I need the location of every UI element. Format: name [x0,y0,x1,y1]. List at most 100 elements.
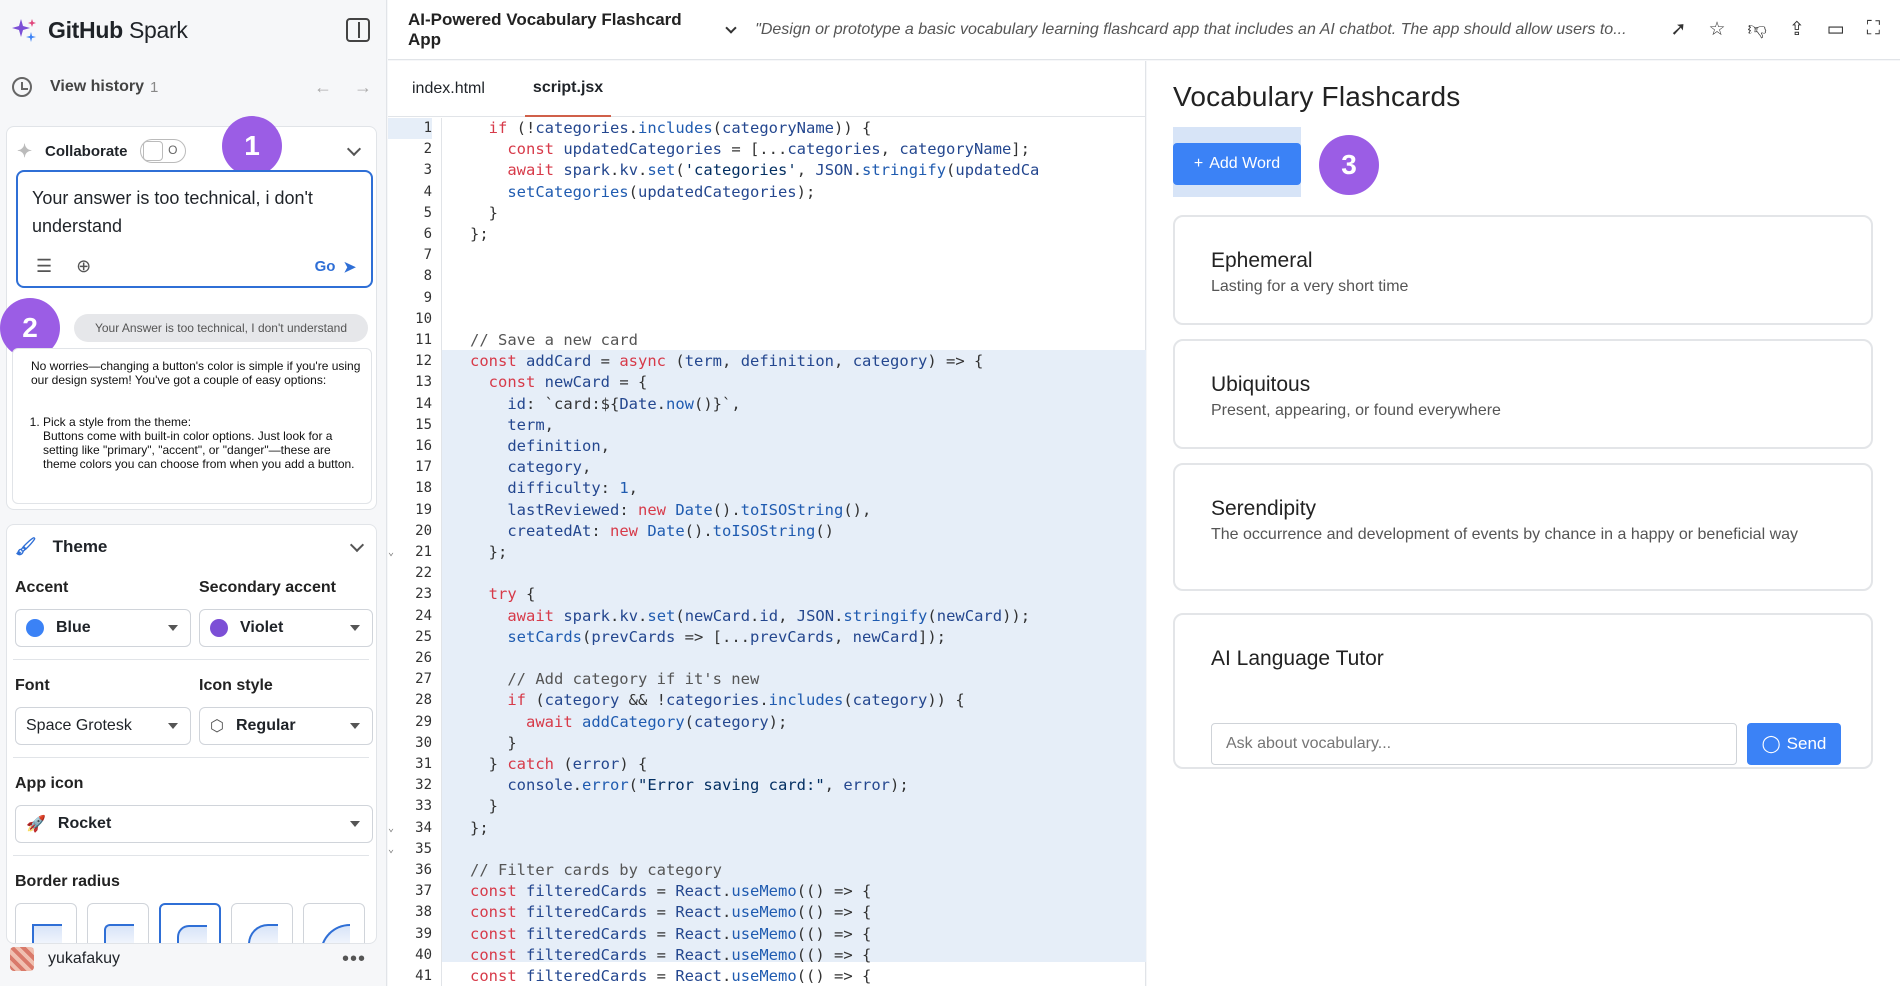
go-button[interactable]: Go ➤ [315,258,356,276]
code-line[interactable]: 16 definition, [388,436,1146,457]
code-line[interactable]: 2 const updatedCategories = [...categori… [388,139,1146,160]
code-text: const newCard = { [470,373,648,392]
add-word-label: Add Word [1209,155,1281,172]
star-icon[interactable]: ☆ [1708,18,1725,41]
fold-chevron-icon[interactable]: ⌄ [388,542,400,563]
code-line[interactable]: 12 const addCard = async (term, definitio… [388,351,1146,372]
code-line[interactable]: 8 [388,266,1146,287]
flashcard[interactable]: Serendipity The occurrence and developme… [1173,463,1873,591]
code-line[interactable]: 37 const filteredCards = React.useMemo(()… [388,881,1146,902]
icon-style-select[interactable]: ⬡ Regular [199,707,373,745]
history-count: 1 [149,78,159,96]
back-arrow-icon[interactable]: ← [314,77,332,98]
border-radius-option-medium[interactable] [159,903,221,943]
code-line[interactable]: 10 [388,309,1146,330]
code-line[interactable]: 3 await spark.kv.set('categories', JSON.… [388,160,1146,181]
tab-script-jsx[interactable]: script.jsx [524,61,612,117]
collaborate-toggle[interactable]: O [139,139,186,163]
dropdown-caret-icon [168,723,178,729]
code-line[interactable]: 25 setCards(prevCards => [...prevCards, … [388,627,1146,648]
flashcard[interactable]: Ubiquitous Present, appearing, or found … [1173,339,1873,449]
line-number: 17 [415,459,432,476]
code-line[interactable]: 28 if (category && !categories.includes(… [388,690,1146,711]
app-title-dropdown[interactable]: AI-Powered Vocabulary Flashcard App [408,10,737,50]
code-line[interactable]: 26 [388,648,1146,669]
tab-index-html[interactable]: index.html [404,61,493,117]
line-number: 10 [415,310,432,327]
code-line[interactable]: 20 createdAt: new Date().toISOString() [388,521,1146,542]
code-line[interactable]: 34 ⌄}; [388,818,1146,839]
code-text: } [470,203,498,222]
code-line[interactable]: 4 setCategories(updatedCategories); [388,182,1146,203]
add-word-button[interactable]: + Add Word [1173,143,1301,185]
secondary-accent-select[interactable]: Violet [199,609,373,647]
code-line[interactable]: 19 lastReviewed: new Date().toISOString(… [388,500,1146,521]
code-area[interactable]: 1 if (!categories.includes(categoryName)… [388,118,1146,986]
code-line[interactable]: 27 // Add category if it's new [388,669,1146,690]
fold-chevron-icon[interactable]: ⌄ [388,839,400,860]
code-line[interactable]: 17 category, [388,457,1146,478]
collapse-sidebar-icon[interactable] [346,18,370,42]
code-line[interactable]: 13 const newCard = { [388,372,1146,393]
fold-chevron-icon[interactable]: ⌄ [388,818,400,839]
prompt-input[interactable]: Your answer is too technical, i don't un… [16,170,373,288]
code-line[interactable]: 33 } [388,796,1146,817]
code-line[interactable]: 15 term, [388,415,1146,436]
thumbs-down-icon[interactable]: 👎︎ [1748,18,1767,41]
target-icon[interactable]: ⊕ [76,256,91,277]
code-line[interactable]: 29 await addCategory(category); [388,712,1146,733]
code-line[interactable]: 39 const filteredCards = React.useMemo(()… [388,924,1146,945]
code-line[interactable]: 35 ⌄ [388,839,1146,860]
view-history[interactable]: View history 1 ← → [12,74,372,100]
code-line[interactable]: 38 const filteredCards = React.useMemo(()… [388,902,1146,923]
code-line[interactable]: 18 difficulty: 1, [388,478,1146,499]
code-editor: index.html script.jsx 1 if (!categories.… [388,61,1146,986]
send-button[interactable]: ◯ Send [1747,723,1841,765]
code-line[interactable]: 9 [388,288,1146,309]
forward-arrow-icon[interactable]: → [354,77,372,98]
chevron-down-icon[interactable] [346,141,362,157]
app-icon-select[interactable]: 🚀 Rocket [15,805,373,843]
code-line[interactable]: 31 } catch (error) { [388,754,1146,775]
line-number: 16 [415,438,432,454]
code-line[interactable]: 22 [388,563,1146,584]
code-line[interactable]: 7 [388,245,1146,266]
border-radius-option-small[interactable] [87,903,149,943]
accent-select[interactable]: Blue [15,609,191,647]
prompt-text[interactable]: Your answer is too technical, i don't un… [32,184,352,240]
flashcard[interactable]: Ephemeral Lasting for a very short time [1173,215,1873,325]
user-account[interactable]: yukafakuy ••• [10,944,370,974]
line-number: 9 [423,289,432,306]
border-radius-option-full[interactable] [303,903,365,943]
code-line[interactable]: 6}; [388,224,1146,245]
code-line[interactable]: 30 } [388,733,1146,754]
code-line[interactable]: 14 id: `card:${Date.now()}`, [388,394,1146,415]
border-radius-option-none[interactable] [15,903,77,943]
flashcard-term: Ubiquitous [1211,373,1311,396]
line-number: 27 [415,671,432,688]
code-line[interactable]: 1 if (!categories.includes(categoryName)… [388,118,1146,140]
code-line[interactable]: 23 try { [388,584,1146,605]
code-line[interactable]: 40 const filteredCards = React.useMemo(()… [388,945,1146,966]
border-radius-option-large[interactable] [231,903,293,943]
code-line[interactable]: 24 await spark.kv.set(newCard.id, JSON.s… [388,606,1146,627]
share-icon[interactable]: ⇪ [1789,18,1805,41]
more-options-icon[interactable]: ••• [342,948,366,971]
code-line[interactable]: 36 // Filter cards by category [388,860,1146,881]
cursor-select-icon[interactable]: ➚ [1671,18,1687,41]
vocabulary-question-input[interactable] [1211,723,1737,765]
code-text: } catch (error) { [470,755,648,773]
chevron-down-icon[interactable] [349,537,365,553]
line-number: 30 [415,734,432,751]
code-line[interactable]: 41 const filteredCards = React.useMemo(()… [388,966,1146,986]
code-line[interactable]: 21 ⌄ }; [388,542,1146,563]
fullscreen-icon[interactable]: ⛶ [1867,18,1880,41]
toggle-off-indicator: O [168,143,178,157]
code-line[interactable]: 5 } [388,203,1146,224]
window-icon[interactable]: ▭ [1827,18,1845,41]
code-text: // Add category if it's new [470,670,760,689]
settings-sliders-icon[interactable]: ☰ [36,256,52,277]
code-line[interactable]: 11 // Save a new card [388,330,1146,351]
font-select[interactable]: Space Grotesk [15,707,191,745]
code-line[interactable]: 32 console.error("Error saving card:", e… [388,775,1146,796]
